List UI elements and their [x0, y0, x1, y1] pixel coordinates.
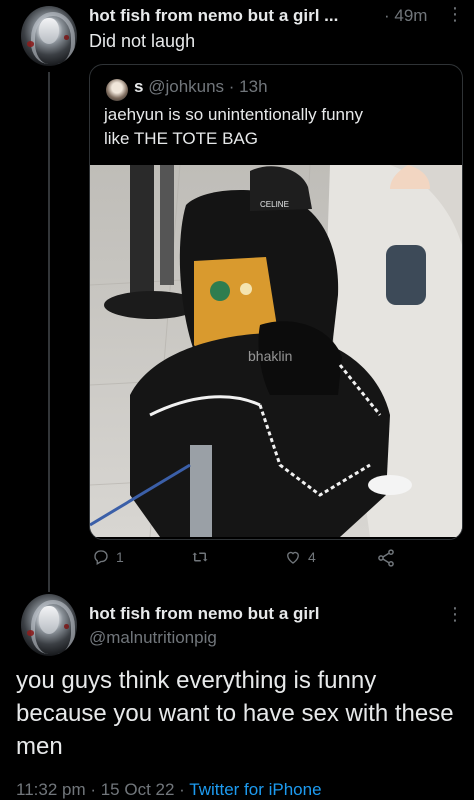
reply-count: 1	[116, 549, 124, 565]
share-icon	[378, 549, 394, 567]
photo-watermark: bhaklin	[248, 348, 292, 364]
quoted-handle[interactable]: @johkuns	[148, 77, 224, 96]
quoted-photo[interactable]: CELINE bhaklin	[90, 165, 462, 537]
more-icon[interactable]: ⋮	[446, 4, 464, 25]
quoted-avatar[interactable]	[106, 79, 128, 101]
main-tweet-text: you guys think everything is funny becau…	[16, 667, 454, 760]
heart-icon	[287, 551, 299, 564]
tweet-time[interactable]: · 49m	[384, 6, 427, 26]
timestamp-row: 11:32 pm · 15 Oct 22 · Twitter for iPhon…	[16, 780, 322, 800]
avatar-detail	[63, 34, 70, 40]
quoted-tweet-card[interactable]: s @johkuns · 13h jaehyun is so unintenti…	[89, 64, 463, 540]
cap-logo: CELINE	[260, 200, 289, 209]
main-display-name[interactable]: hot fish from nemo but a girl	[89, 604, 319, 624]
retweet-icon	[192, 552, 208, 562]
avatar-detail	[26, 40, 35, 47]
more-icon[interactable]: ⋮	[446, 604, 464, 625]
like-count: 4	[308, 549, 316, 565]
timestamp: 11:32 pm · 15 Oct 22 ·	[16, 780, 185, 799]
retweet-button[interactable]	[190, 548, 210, 566]
main-avatar[interactable]	[21, 594, 77, 656]
reply-icon	[94, 550, 108, 565]
main-handle[interactable]: @malnutritionpig	[89, 628, 217, 648]
tweet-text: Did not laugh	[89, 31, 196, 51]
photo-illustration: CELINE bhaklin	[90, 165, 462, 537]
avatar-face	[38, 606, 60, 634]
reply-button[interactable]: 1	[92, 548, 124, 566]
thread-line	[48, 72, 50, 592]
quoted-text-line2: like THE TOTE BAG	[104, 129, 258, 148]
quoted-name[interactable]: s	[134, 77, 143, 96]
like-button[interactable]: 4	[284, 548, 316, 566]
quoted-text-line1: jaehyun is so unintentionally funny	[104, 105, 363, 124]
display-name[interactable]: hot fish from nemo but a girl ...	[89, 6, 338, 26]
share-button[interactable]	[376, 548, 396, 568]
avatar-detail	[63, 623, 70, 629]
avatar[interactable]	[21, 6, 77, 66]
quoted-time: · 13h	[228, 77, 268, 96]
source-link[interactable]: Twitter for iPhone	[189, 780, 321, 799]
